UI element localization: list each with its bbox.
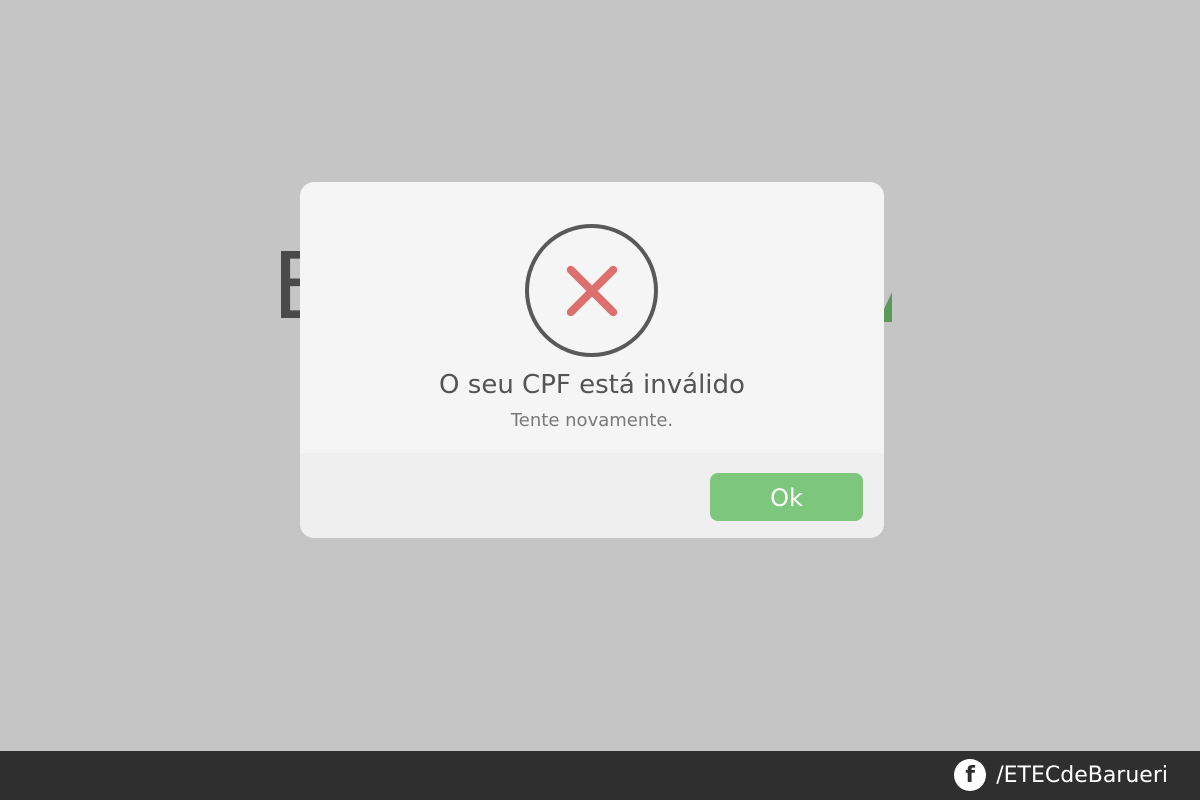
dialog-title: O seu CPF está inválido xyxy=(439,370,745,400)
facebook-link[interactable]: f /ETECdeBarueri xyxy=(954,759,1168,791)
dialog-footer: Ok xyxy=(300,453,884,538)
footer-bar: f /ETECdeBarueri xyxy=(0,751,1200,800)
error-dialog: O seu CPF está inválido Tente novamente.… xyxy=(300,182,884,538)
facebook-link-label: /ETECdeBarueri xyxy=(996,762,1168,788)
page: E O seu CPF está inválido Tente novament… xyxy=(0,0,1200,800)
dialog-body: O seu CPF está inválido Tente novamente. xyxy=(300,182,884,453)
facebook-icon: f xyxy=(954,759,987,791)
ok-button[interactable]: Ok xyxy=(710,473,863,521)
error-x-icon xyxy=(525,224,658,357)
dialog-message: Tente novamente. xyxy=(510,410,674,431)
facebook-glyph: f xyxy=(965,763,975,788)
